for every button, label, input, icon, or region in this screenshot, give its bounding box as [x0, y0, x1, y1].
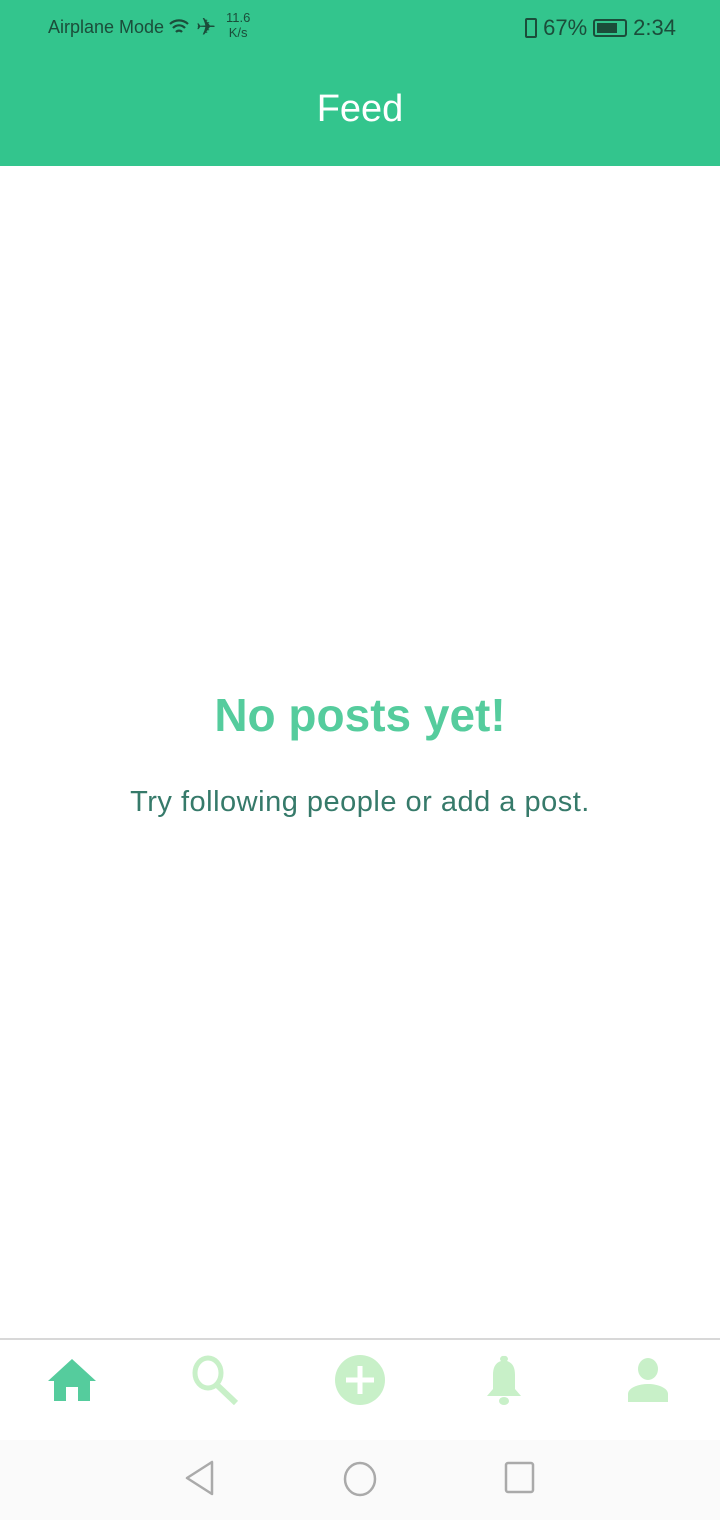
app-header: Airplane Mode ✈ 11.6 K/s 67% 2:34 Feed: [0, 0, 720, 166]
status-bar: Airplane Mode ✈ 11.6 K/s 67% 2:34: [0, 0, 720, 56]
airplane-mode-label: Airplane Mode: [48, 17, 165, 37]
tab-add-post[interactable]: [330, 1350, 390, 1410]
battery-percent: 67%: [543, 15, 588, 40]
search-icon: [192, 1355, 239, 1405]
empty-state-title: No posts yet!: [214, 689, 506, 741]
recents-button[interactable]: [504, 1460, 536, 1496]
airplane-icon: ✈: [196, 14, 217, 41]
clock: 2:34: [633, 15, 676, 40]
network-speed: 11.6 K/s: [226, 10, 250, 40]
add-circle-icon: [335, 1355, 385, 1405]
tab-notifications[interactable]: [474, 1350, 534, 1410]
profile-icon: [628, 1358, 668, 1402]
battery-icon: [593, 19, 628, 37]
empty-state-subtitle: Try following people or add a post.: [130, 786, 590, 818]
bell-icon: [487, 1355, 521, 1405]
speed-value: 11.6: [226, 10, 251, 25]
page-title: Feed: [316, 88, 404, 130]
system-nav-bar: [0, 1440, 720, 1520]
tab-profile[interactable]: [618, 1350, 678, 1410]
wifi-icon: [169, 19, 189, 33]
bottom-tab-bar: [0, 1338, 720, 1440]
speed-unit: K/s: [228, 25, 248, 40]
tab-home[interactable]: [42, 1350, 102, 1410]
tab-search[interactable]: [185, 1350, 245, 1410]
home-nav-button[interactable]: [342, 1460, 378, 1498]
home-icon: [48, 1359, 96, 1401]
vibrate-icon: [525, 18, 538, 38]
back-button[interactable]: [184, 1460, 216, 1496]
